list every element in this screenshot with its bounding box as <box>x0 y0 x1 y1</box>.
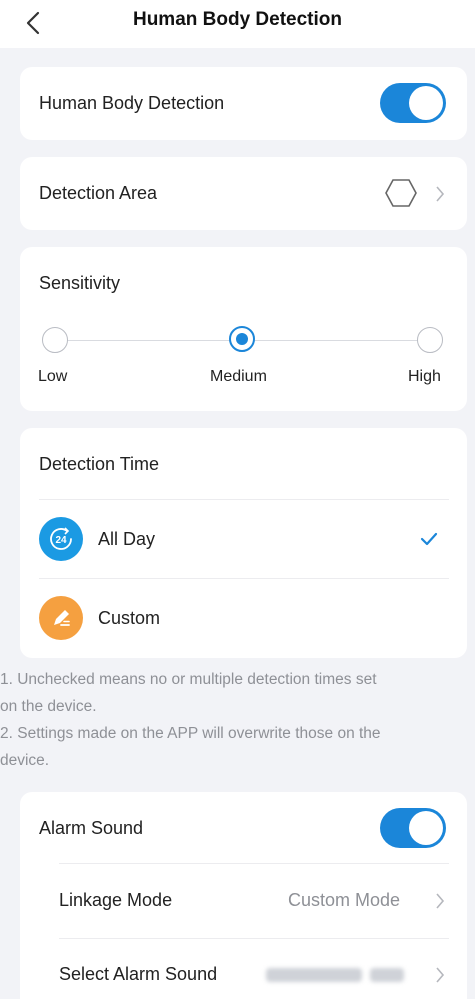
sensitivity-medium-label: Medium <box>210 368 267 385</box>
linkage-mode-value: Custom Mode <box>288 890 401 910</box>
custom-label: Custom <box>98 608 161 628</box>
detection-area-label: Detection Area <box>39 183 158 203</box>
hexagon-icon <box>385 179 417 207</box>
sensitivity-title: Sensitivity <box>39 273 121 293</box>
blurred-value <box>370 968 404 982</box>
top-bar: Human Body Detection <box>0 0 475 48</box>
chevron-right-icon <box>436 186 445 202</box>
alarm-sound-toggle[interactable] <box>380 808 446 848</box>
human-detection-card: Human Body Detection <box>20 67 467 140</box>
detection-time-card: Detection Time 24 All Day Custom <box>20 428 467 658</box>
page-title: Human Body Detection <box>132 9 343 30</box>
check-icon <box>420 532 438 546</box>
linkage-mode-label: Linkage Mode <box>59 890 173 910</box>
pencil-icon <box>39 596 83 640</box>
chevron-right-icon <box>436 893 445 909</box>
alarm-sound-label: Alarm Sound <box>39 818 144 838</box>
svg-text:24: 24 <box>55 535 67 546</box>
select-alarm-sound-label: Select Alarm Sound <box>59 964 218 984</box>
toggle-knob <box>409 811 443 845</box>
note-line: 1. Unchecked means no or multiple detect… <box>0 671 377 688</box>
blurred-value <box>266 968 362 982</box>
sensitivity-low-radio[interactable] <box>42 327 68 353</box>
sensitivity-low-label: Low <box>38 368 68 385</box>
sensitivity-high-radio[interactable] <box>417 327 443 353</box>
sensitivity-medium-radio[interactable] <box>229 326 255 352</box>
chevron-right-icon <box>436 967 445 983</box>
all-day-option[interactable]: 24 All Day <box>20 500 467 578</box>
detection-area-card[interactable]: Detection Area <box>20 157 467 230</box>
note-line: device. <box>0 752 50 769</box>
note-line: on the device. <box>0 698 97 715</box>
toggle-knob <box>409 86 443 120</box>
all-day-label: All Day <box>98 529 156 549</box>
human-detection-label: Human Body Detection <box>39 93 225 113</box>
note-line: 2. Settings made on the APP will overwri… <box>0 725 381 742</box>
select-alarm-sound-row[interactable]: Select Alarm Sound <box>20 939 467 999</box>
24h-icon: 24 <box>39 517 83 561</box>
custom-option[interactable]: Custom <box>20 579 467 657</box>
linkage-mode-row[interactable]: Linkage Mode Custom Mode <box>20 864 467 938</box>
detection-time-title: Detection Time <box>39 454 160 474</box>
alarm-card: Alarm Sound Linkage Mode Custom Mode Sel… <box>20 792 467 999</box>
human-detection-toggle[interactable] <box>380 83 446 123</box>
sensitivity-high-label: High <box>408 368 441 385</box>
sensitivity-card: Sensitivity Low Medium High <box>20 247 467 411</box>
